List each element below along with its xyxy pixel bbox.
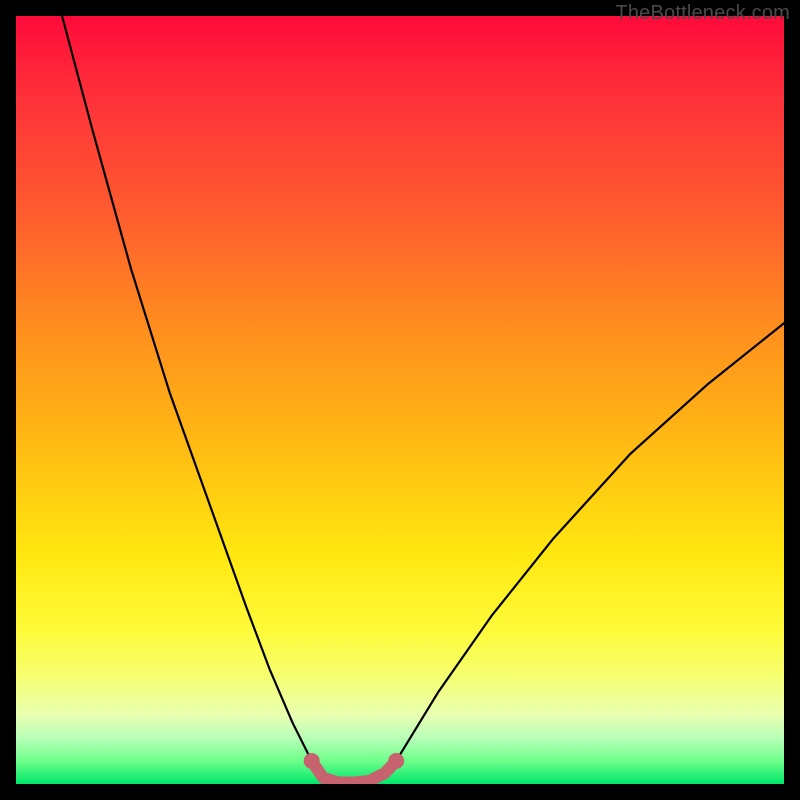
chart-frame: TheBottleneck.com <box>0 0 800 800</box>
series-valley-segment <box>312 761 396 783</box>
series-curve-left <box>62 16 312 761</box>
valley-endpoint-marker-0 <box>304 753 320 769</box>
series-curve-right <box>396 323 784 761</box>
valley-endpoint-marker-1 <box>388 753 404 769</box>
plot-area <box>16 16 784 784</box>
curve-svg <box>16 16 784 784</box>
